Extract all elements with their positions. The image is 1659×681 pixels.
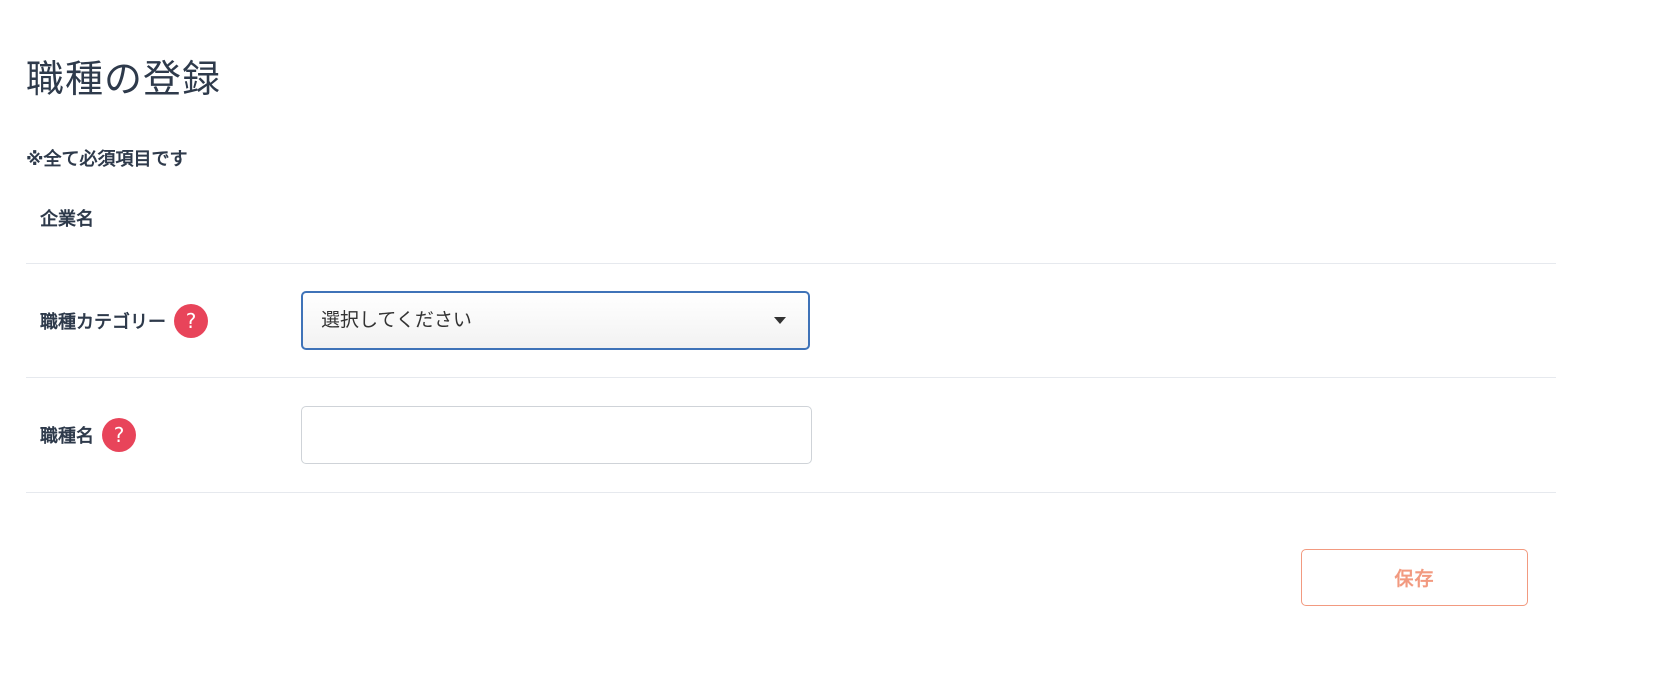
form-row-job-name: 職種名 ? xyxy=(26,378,1556,493)
job-name-input[interactable] xyxy=(301,406,812,464)
question-icon[interactable]: ? xyxy=(174,304,208,338)
company-name-label: 企業名 xyxy=(40,204,94,232)
form-row-company: 企業名 xyxy=(26,196,1556,264)
required-fields-note: ※全て必須項目です xyxy=(26,149,188,170)
job-category-label-text: 職種カテゴリー xyxy=(40,312,166,333)
form-row-job-category: 職種カテゴリー ? 選択してください xyxy=(26,264,1556,378)
save-button[interactable]: 保存 xyxy=(1301,549,1528,606)
job-category-label: 職種カテゴリー ? xyxy=(40,303,208,339)
company-name-label-text: 企業名 xyxy=(40,209,94,230)
job-type-registration-page: 職種の登録 ※全て必須項目です 企業名 職種カテゴリー ? 選択してください 職… xyxy=(0,0,1659,681)
job-name-label: 職種名 ? xyxy=(40,417,136,453)
job-category-select-value: 選択してください xyxy=(321,309,472,331)
chevron-down-icon xyxy=(774,317,786,324)
question-icon[interactable]: ? xyxy=(102,418,136,452)
job-name-label-text: 職種名 xyxy=(40,426,94,447)
job-category-select[interactable]: 選択してください xyxy=(301,291,810,350)
page-title: 職種の登録 xyxy=(26,57,222,101)
